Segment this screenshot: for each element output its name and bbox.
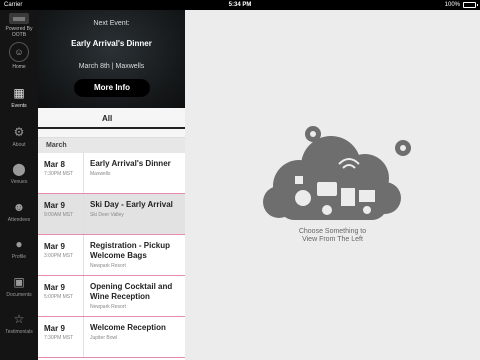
next-event-card: Next Event: Early Arrival's Dinner March… (38, 10, 185, 108)
event-row[interactable]: Mar 9 3:00PM MST Registration - Pickup We… (38, 235, 185, 276)
sidebar-item-documents[interactable]: ▣ Documents (0, 268, 38, 306)
event-title: Opening Cocktail and Wine Reception (90, 282, 173, 301)
event-date: Mar 9 (44, 242, 65, 251)
sidebar-item-about[interactable]: ⚙ About (0, 118, 38, 156)
battery-indicator: 100% (444, 0, 478, 10)
next-event-meta: March 8th | Maxwells (78, 63, 145, 70)
detail-pane: Choose Something to View From The Left (185, 10, 480, 360)
event-date: Mar 9 (44, 324, 65, 333)
people-icon: ☻ (12, 199, 26, 214)
month-section-header: March (38, 138, 185, 153)
event-time: 9:00AM MST (44, 212, 74, 218)
sidebar: Powered By OOTB ☺ Home ▦ Events ⚙ About … (0, 10, 38, 360)
event-date: Mar 8 (44, 160, 65, 169)
empty-state-line-1: Choose Something to (298, 228, 367, 235)
clock: 5:34 PM (228, 2, 252, 8)
sidebar-item-label: About (12, 141, 26, 148)
empty-state-line-2: View From The Left (302, 236, 363, 243)
next-event-heading: Next Event: (93, 20, 130, 27)
star-icon: ☆ (13, 312, 25, 327)
more-info-button[interactable]: More Info (74, 79, 150, 97)
events-panel: Next Event: Early Arrival's Dinner March… (38, 10, 185, 360)
event-venue: Newpark Resort (90, 304, 126, 310)
gears-icon: ⚙ (13, 124, 25, 139)
event-time: 7:30PM MST (44, 171, 74, 177)
sidebar-item-home[interactable]: Home (0, 64, 38, 70)
status-bar: Carrier 5:34 PM 100% (0, 0, 480, 10)
event-title: Early Arrival's Dinner (90, 159, 171, 168)
event-title: Ski Day - Early Arrival (90, 200, 173, 209)
event-venue: Jupiter Bowl (90, 335, 118, 341)
event-venue: Newpark Resort (90, 263, 126, 269)
event-time: 5:00PM MST (44, 294, 74, 300)
archive-box-icon: ▣ (13, 274, 25, 289)
location-pin-icon: ⬤ (12, 162, 26, 177)
brand-line-2: OOTB (11, 32, 27, 38)
brand-block: Powered By OOTB ☺ Home (0, 10, 38, 78)
person-icon: ● (15, 237, 23, 252)
empty-state-message: Choose Something to View From The Left (185, 228, 480, 244)
sidebar-item-attendees[interactable]: ☻ Attendees (0, 193, 38, 231)
event-date: Mar 9 (44, 283, 65, 292)
cloud-icon (263, 126, 411, 220)
filter-tabs: All (38, 108, 185, 138)
sidebar-item-events[interactable]: ▦ Events (0, 78, 38, 118)
event-date: Mar 9 (44, 201, 65, 210)
calendar-icon: ▦ (13, 86, 25, 100)
event-venue: Maxwells (90, 171, 111, 177)
sidebar-item-testimonials[interactable]: ☆ Testimonials (0, 306, 38, 344)
brand-logo (9, 13, 29, 24)
sidebar-item-label: Attendees (7, 216, 31, 223)
battery-percent: 100% (444, 2, 460, 8)
next-event-name: Early Arrival's Dinner (71, 39, 152, 48)
sidebar-item-venues[interactable]: ⬤ Venues (0, 156, 38, 194)
mascot-icon: ☺ (9, 42, 29, 62)
sidebar-item-label: Profile (11, 254, 27, 261)
event-row[interactable]: Mar 9 7:30PM MST Welcome Reception Jupiter… (38, 317, 185, 358)
event-row[interactable]: Mar 9 9:00AM MST Ski Day - Early Arrival S… (38, 194, 185, 235)
sidebar-item-label: Testimonials (5, 329, 33, 336)
sidebar-item-label: Events (11, 103, 27, 109)
event-title: Registration - Pickup Welcome Bags (90, 241, 171, 260)
event-time: 3:00PM MST (44, 253, 74, 259)
event-time: 7:30PM MST (44, 335, 74, 341)
tab-all[interactable]: All (102, 114, 112, 123)
battery-icon (463, 2, 478, 8)
event-row[interactable]: Mar 8 7:30PM MST Early Arrival's Dinner Ma… (38, 153, 185, 194)
tab-underline (38, 127, 185, 129)
sidebar-item-profile[interactable]: ● Profile (0, 231, 38, 269)
event-row[interactable]: Mar 9 5:00PM MST Opening Cocktail and Win… (38, 276, 185, 317)
event-title: Welcome Reception (90, 323, 166, 332)
event-venue: Ski Deer Valley (90, 212, 124, 218)
sidebar-item-label: Documents (6, 291, 32, 298)
sidebar-item-label: Venues (10, 179, 28, 186)
